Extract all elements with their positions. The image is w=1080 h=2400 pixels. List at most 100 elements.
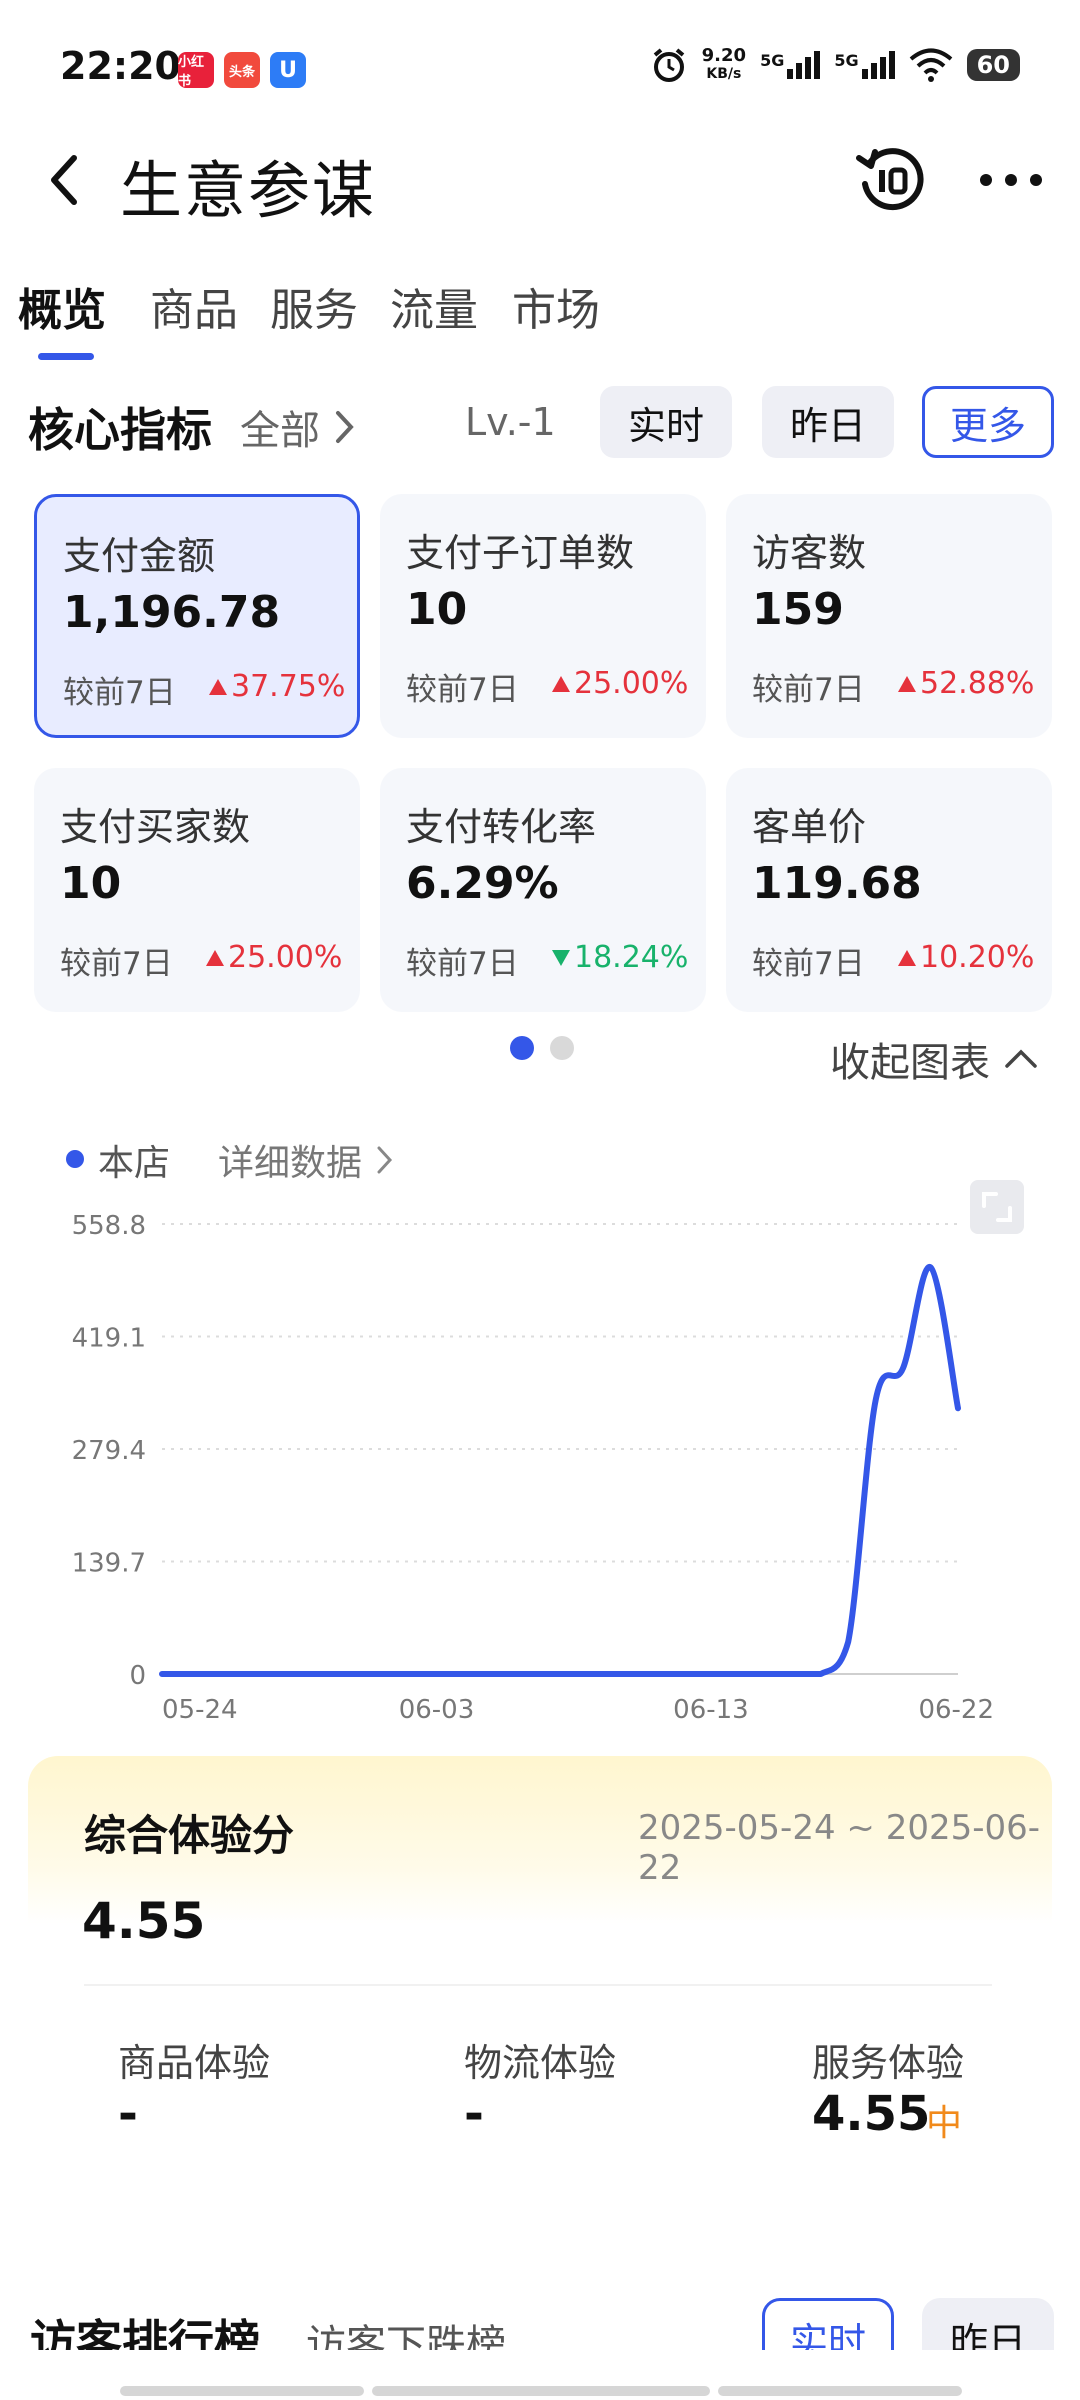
up-triangle-icon [898, 675, 916, 692]
service-level-tag: 中 [926, 2103, 963, 2144]
range-more-button[interactable]: 更多 [922, 386, 1054, 458]
metric-label: 访客数 [752, 531, 867, 575]
y-tick-label: 558.8 [72, 1211, 146, 1241]
wifi-icon [909, 48, 952, 82]
x-tick-label: 05-24 [162, 1695, 238, 1725]
page-dot[interactable] [550, 1036, 574, 1060]
page-title: 生意参谋 [120, 154, 377, 227]
down-triangle-icon [552, 949, 570, 966]
tab-traffic[interactable]: 流量 [390, 274, 478, 338]
tab-active-indicator [38, 353, 94, 360]
y-tick-label: 0 [129, 1661, 146, 1691]
battery-indicator: 60 [966, 49, 1020, 81]
fullscreen-expand-icon[interactable] [970, 1180, 1024, 1234]
legend-swatch [66, 1150, 84, 1168]
logistics-experience-label: 物流体验 [464, 2041, 617, 2085]
metric-value: 10 [406, 584, 468, 635]
metric-delta: 18.24% [552, 940, 688, 975]
scope-selector[interactable]: 全部 [240, 398, 356, 456]
scope-label: 全部 [240, 408, 320, 454]
divider [84, 1984, 992, 1986]
metric-card-paid-suborders[interactable]: 支付子订单数 10 较前7日 25.00% [380, 494, 706, 738]
metric-card-conversion-rate[interactable]: 支付转化率 6.29% 较前7日 18.24% [380, 768, 706, 1012]
scroll-indicator [120, 2386, 364, 2396]
scroll-indicator [372, 2386, 710, 2396]
alarm-icon [653, 48, 684, 82]
metric-value: 10 [60, 858, 122, 909]
status-time: 22:20 [60, 44, 181, 88]
metric-delta: 52.88% [898, 666, 1034, 701]
page-dot-active[interactable] [510, 1036, 534, 1060]
signal-2: 5G [834, 51, 895, 79]
detail-data-label: 详细数据 [218, 1143, 363, 1184]
metric-compare-label: 较前7日 [406, 946, 519, 982]
metric-card-visitors[interactable]: 访客数 159 较前7日 52.88% [726, 494, 1052, 738]
logistics-experience-value: - [464, 2086, 484, 2142]
u-app-icon: U [270, 52, 306, 88]
metric-card-paying-buyers[interactable]: 支付买家数 10 较前7日 25.00% [34, 768, 360, 1012]
metric-delta: 10.20% [898, 940, 1034, 975]
metric-compare-label: 较前7日 [60, 946, 173, 982]
up-triangle-icon [206, 949, 224, 966]
x-tick-label: 06-22 [918, 1695, 994, 1725]
history-refresh-icon[interactable] [855, 144, 927, 216]
metric-value: 1,196.78 [63, 587, 281, 638]
up-triangle-icon [898, 949, 916, 966]
metric-compare-label: 较前7日 [752, 672, 865, 708]
toutiao-app-icon: 头条 [224, 52, 260, 88]
metric-compare-label: 较前7日 [406, 672, 519, 708]
net-speed: 9.20 KB/s [701, 45, 747, 83]
metric-label: 支付转化率 [406, 805, 597, 849]
status-icons: 9.20 KB/s 5G 5G 60 [650, 46, 1020, 84]
y-tick-label: 139.7 [72, 1549, 146, 1579]
chevron-up-icon [1005, 1049, 1037, 1068]
range-realtime-button[interactable]: 实时 [600, 386, 732, 458]
up-triangle-icon [209, 678, 227, 695]
legend-label: 本店 [98, 1143, 171, 1184]
metric-card-avg-order-value[interactable]: 客单价 119.68 较前7日 10.20% [726, 768, 1052, 1012]
metric-label: 客单价 [752, 805, 867, 849]
tab-overview[interactable]: 概览 [18, 274, 106, 338]
xiaohongshu-app-icon: 小红书 [178, 52, 214, 89]
range-yesterday-button[interactable]: 昨日 [762, 386, 894, 458]
y-tick-label: 279.4 [72, 1436, 146, 1466]
back-arrow-icon[interactable] [40, 150, 90, 210]
metric-delta: 25.00% [552, 666, 688, 701]
series-line [159, 1264, 961, 1677]
chevron-right-icon [377, 1146, 393, 1174]
metric-value: 6.29% [406, 858, 559, 909]
metric-delta: 37.75% [209, 669, 345, 704]
level-label: Lv.-1 [465, 400, 556, 444]
experience-title: 综合体验分 [84, 1811, 295, 1860]
signal-1: 5G [760, 51, 821, 79]
service-experience-value: 4.55 [812, 2086, 931, 2142]
tab-service[interactable]: 服务 [270, 274, 358, 338]
metric-delta: 25.00% [206, 940, 342, 975]
metric-label: 支付子订单数 [406, 531, 635, 575]
x-tick-label: 06-13 [673, 1695, 749, 1725]
y-tick-label: 419.1 [72, 1324, 146, 1354]
experience-score: 4.55 [82, 1892, 206, 1950]
metric-label: 支付金额 [63, 534, 216, 578]
tab-market[interactable]: 市场 [512, 274, 600, 338]
tab-products[interactable]: 商品 [150, 274, 238, 338]
metric-value: 119.68 [752, 858, 922, 909]
x-tick-label: 06-03 [399, 1695, 475, 1725]
chevron-right-icon [336, 411, 354, 443]
metric-value: 159 [752, 584, 844, 635]
product-experience-label: 商品体验 [118, 2041, 271, 2085]
payment-trend-chart: 558.8 419.1 279.4 139.7 0 05-24 06-03 06-13 06-2… [72, 1211, 994, 1725]
product-experience-value: - [118, 2086, 138, 2142]
metric-label: 支付买家数 [60, 805, 251, 849]
metric-compare-label: 较前7日 [63, 675, 176, 711]
metric-card-payment-amount[interactable]: 支付金额 1,196.78 较前7日 37.75% [34, 494, 360, 738]
collapse-chart-button[interactable]: 收起图表 [830, 1030, 1038, 1088]
core-metrics-title: 核心指标 [28, 403, 212, 457]
collapse-chart-label: 收起图表 [830, 1040, 990, 1086]
service-experience-label: 服务体验 [812, 2041, 965, 2085]
scroll-indicator [718, 2386, 962, 2396]
experience-date-range: 2025-05-24 ~ 2025-06-22 [638, 1808, 1041, 1888]
detail-data-link[interactable]: 详细数据 [218, 1134, 394, 1186]
more-options-icon[interactable] [978, 162, 1044, 198]
metric-compare-label: 较前7日 [752, 946, 865, 982]
